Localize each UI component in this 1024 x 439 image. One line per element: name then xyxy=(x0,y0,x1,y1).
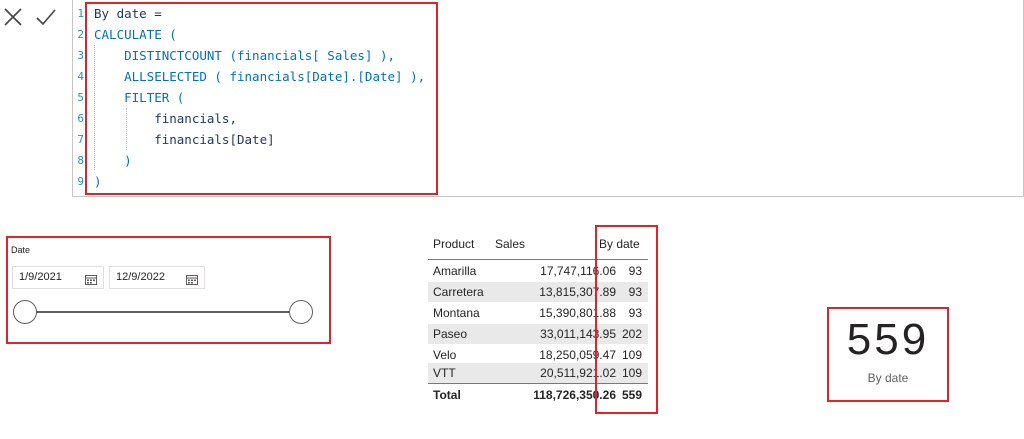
calendar-icon[interactable] xyxy=(186,272,198,285)
start-date-value: 1/9/2021 xyxy=(19,271,62,283)
check-icon[interactable] xyxy=(33,4,59,30)
code-line: financials[Date] xyxy=(94,132,275,147)
cell-product: Carretera xyxy=(433,285,484,299)
code-line: financials, xyxy=(94,111,237,126)
cell-sales: 13,815,307.89 xyxy=(539,285,616,299)
cell-by-date: 93 xyxy=(628,285,642,299)
cell-product: Montana xyxy=(433,306,480,320)
cell-sales: 33,011,143.95 xyxy=(540,327,616,341)
table-row: Paseo 33,011,143.95 202 xyxy=(428,324,648,344)
card-label: By date xyxy=(867,371,909,385)
cell-sales: 18,250,059.47 xyxy=(539,348,616,362)
total-label: Total xyxy=(433,388,461,402)
table-row: Velo 18,250,059.47 109 xyxy=(428,345,648,365)
code-line: By date = xyxy=(94,6,162,21)
line-number: 4 xyxy=(77,70,84,83)
formula-editor[interactable]: 1 2 3 4 5 6 7 8 9 By date = CALCULATE ( … xyxy=(72,0,1024,197)
code-line: CALCULATE ( xyxy=(94,27,177,42)
line-number-gutter: 1 2 3 4 5 6 7 8 9 xyxy=(73,3,86,192)
table-row: Carretera 13,815,307.89 93 xyxy=(428,282,648,302)
cell-by-date: 93 xyxy=(628,306,642,320)
cell-product: Velo xyxy=(433,348,457,362)
slicer-title: Date xyxy=(11,245,31,255)
cell-by-date: 109 xyxy=(621,366,642,380)
cell-by-date: 93 xyxy=(628,264,642,278)
total-row: Total 118,726,350.26 559 xyxy=(428,385,648,405)
line-number: 5 xyxy=(77,91,84,104)
cell-by-date: 109 xyxy=(621,348,642,362)
card-value: 559 xyxy=(846,315,930,364)
code-lines: By date = CALCULATE ( DISTINCTCOUNT (fin… xyxy=(94,3,425,192)
code-line: FILTER ( xyxy=(94,90,185,105)
total-sales: 118,726,350.26 xyxy=(533,388,616,402)
line-number: 1 xyxy=(77,7,84,20)
line-number: 3 xyxy=(77,49,84,62)
end-date-input[interactable]: 12/9/2022 xyxy=(109,266,205,289)
cell-sales: 20,511,921.02 xyxy=(540,366,616,380)
date-slicer: Date 1/9/2021 12/9/2022 xyxy=(6,236,331,344)
cell-product: Amarilla xyxy=(433,264,477,278)
start-date-input[interactable]: 1/9/2021 xyxy=(12,266,104,289)
table-row: Montana 15,390,801.88 93 xyxy=(428,303,648,323)
total-divider xyxy=(428,383,648,384)
line-number: 8 xyxy=(77,154,84,167)
total-by-date: 559 xyxy=(621,388,642,402)
cell-sales: 17,747,116.06 xyxy=(540,264,616,278)
end-date-value: 12/9/2022 xyxy=(116,271,165,283)
code-line: ) xyxy=(94,153,132,168)
range-start-handle[interactable] xyxy=(13,300,37,324)
cell-sales: 15,390,801.88 xyxy=(539,306,616,320)
column-header-product[interactable]: Product xyxy=(433,234,493,254)
calendar-icon[interactable] xyxy=(85,272,97,285)
line-number: 2 xyxy=(77,28,84,41)
cell-by-date: 202 xyxy=(621,327,642,341)
by-date-card: 559 By date xyxy=(827,307,949,402)
column-header-by-date[interactable]: By date xyxy=(599,234,640,254)
line-number: 6 xyxy=(77,112,84,125)
formula-bar-actions xyxy=(0,0,70,36)
line-number: 7 xyxy=(77,133,84,146)
header-divider xyxy=(428,259,648,260)
close-icon[interactable] xyxy=(0,4,26,30)
table-row: VTT 20,511,921.02 109 xyxy=(428,363,648,383)
line-number: 9 xyxy=(77,175,84,188)
column-header-sales[interactable]: Sales xyxy=(495,234,525,254)
date-range-track[interactable] xyxy=(26,311,306,313)
range-end-handle[interactable] xyxy=(289,300,313,324)
code-line: ALLSELECTED ( financials[Date].[Date] ), xyxy=(94,69,426,84)
code-line: ) xyxy=(94,174,102,189)
cell-product: Paseo xyxy=(433,327,468,341)
table-header: Product Sales By date xyxy=(428,234,648,254)
table-row: Amarilla 17,747,116.06 93 xyxy=(428,261,648,281)
code-line: DISTINCTCOUNT (financials[ Sales] ), xyxy=(94,48,396,63)
cell-product: VTT xyxy=(433,366,456,380)
